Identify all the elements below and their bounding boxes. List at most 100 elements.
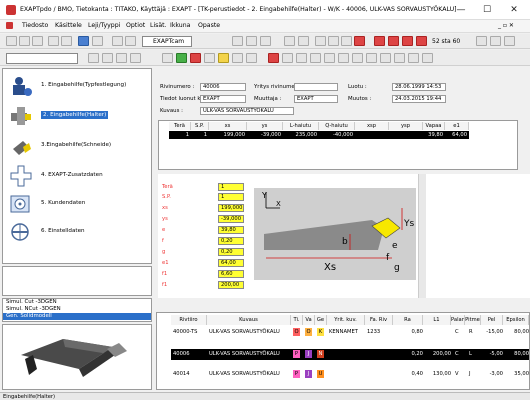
col-header[interactable]: L1: [423, 315, 451, 325]
nav-item-kundendaten[interactable]: 5. Kundendaten: [7, 193, 149, 215]
sim-item[interactable]: Gen. Solidmodell: [3, 313, 151, 320]
col-header[interactable]: Pel: [481, 315, 503, 325]
preview-icon[interactable]: [92, 36, 103, 46]
save-icon[interactable]: [32, 36, 43, 46]
find-next-icon[interactable]: [298, 36, 309, 46]
nav-item-zusatzdaten[interactable]: 4. EXAPT-Zusatzdaten: [7, 165, 149, 187]
refresh-icon[interactable]: [162, 53, 173, 63]
copy-icon[interactable]: [61, 36, 72, 46]
binoculars-icon[interactable]: [284, 36, 295, 46]
binoculars-small-icon[interactable]: [88, 53, 99, 63]
menu-lisat[interactable]: Lisät.: [150, 22, 167, 29]
col-header[interactable]: ys: [247, 122, 283, 130]
opt-icon-11[interactable]: [422, 53, 433, 63]
grid-icon[interactable]: [130, 53, 141, 63]
opt-icon-5[interactable]: [338, 53, 349, 63]
col-header[interactable]: Terä: [169, 122, 191, 130]
nav-item-schneide[interactable]: 3.Eingabehilfe(Schneide): [7, 135, 149, 157]
menu-opaste[interactable]: Opaste: [198, 22, 220, 29]
undo-icon[interactable]: [260, 36, 271, 46]
col-header[interactable]: Rivtiiro: [171, 315, 207, 325]
opt-icon-8[interactable]: [380, 53, 391, 63]
left-select[interactable]: [6, 53, 78, 64]
opt-icon-7[interactable]: [366, 53, 377, 63]
tool-icon[interactable]: [232, 53, 243, 63]
col-header[interactable]: Palan: [451, 315, 465, 325]
col-header[interactable]: Epsilon: [503, 315, 529, 325]
check-icon[interactable]: [176, 53, 187, 63]
nav-item-einstelldaten[interactable]: 6. Einstelldaten: [7, 221, 149, 243]
menu-optiot[interactable]: Optiot: [126, 22, 145, 29]
prev-record-icon[interactable]: [388, 36, 399, 46]
col-header[interactable]: xsp: [355, 122, 389, 130]
menu-leji-tyyppi[interactable]: Leji/Tyyppi: [88, 22, 120, 29]
col-header[interactable]: Vapaa: [423, 122, 445, 130]
col-header[interactable]: Va: [303, 315, 315, 325]
col-header[interactable]: ysp: [389, 122, 423, 130]
paste-icon[interactable]: [246, 36, 257, 46]
next-record-icon[interactable]: [402, 36, 413, 46]
menu-ikkuna[interactable]: Ikkuna: [170, 22, 190, 29]
close-button[interactable]: ✕: [503, 2, 525, 18]
filter-small-icon[interactable]: [102, 53, 113, 63]
param-field[interactable]: 6,60: [218, 270, 244, 278]
scissors-icon[interactable]: [232, 36, 243, 46]
opt-icon-1[interactable]: [282, 53, 293, 63]
param-field[interactable]: 0,20: [218, 248, 244, 256]
copy-record-icon[interactable]: [328, 36, 339, 46]
sim-item[interactable]: Simul. NCut -3DGEN: [3, 306, 151, 313]
new-icon[interactable]: [6, 36, 17, 46]
cut-icon[interactable]: [48, 36, 59, 46]
table-row-selected[interactable]: 40006 ULK-VAS SORVAUSTYÖKALU P J N 0,20 …: [171, 349, 529, 360]
param-field[interactable]: 64,00: [218, 259, 244, 267]
col-header[interactable]: Yrit. kuv.: [327, 315, 365, 325]
yritys-field[interactable]: [294, 83, 338, 91]
opt-icon-10[interactable]: [408, 53, 419, 63]
menu-tiedosto[interactable]: Tiedosto: [22, 22, 48, 29]
param-field[interactable]: 199,000: [218, 204, 244, 212]
param-field[interactable]: 0,20: [218, 237, 244, 245]
col-header[interactable]: Kuvaus: [207, 315, 291, 325]
nav-item-halter[interactable]: 2. Eingabehilfe(Halter): [7, 105, 149, 127]
sim-item[interactable]: Simul. Cut -3DGEN: [3, 299, 151, 306]
maximize-button[interactable]: ☐: [476, 2, 498, 18]
table-row[interactable]: 40000-TS ULK-VAS SORVAUSTYÖKALU O O K KE…: [171, 327, 529, 338]
table-row[interactable]: 1 1 199,000 -39,000 235,000 -40,000 39,8…: [169, 131, 469, 139]
col-header[interactable]: Ge: [315, 315, 327, 325]
sort-icon[interactable]: [125, 36, 136, 46]
record-icon[interactable]: [268, 53, 279, 63]
param-field[interactable]: -39,000: [218, 215, 244, 223]
program-select[interactable]: EXAPTcam: [142, 36, 192, 47]
opt-icon-2[interactable]: [296, 53, 307, 63]
col-header[interactable]: Pitme: [465, 315, 481, 325]
minimize-button[interactable]: —: [450, 2, 472, 18]
opt-icon-9[interactable]: [394, 53, 405, 63]
last-record-icon[interactable]: [416, 36, 427, 46]
nav-back-icon[interactable]: [476, 36, 487, 46]
param-field[interactable]: 1: [218, 193, 244, 201]
col-header[interactable]: Q-haiutu: [319, 122, 355, 130]
delete-icon[interactable]: [354, 36, 365, 46]
col-header[interactable]: xs: [209, 122, 247, 130]
param-field[interactable]: 39,80: [218, 226, 244, 234]
nav-fwd-icon[interactable]: [490, 36, 501, 46]
nav-item-typfestlegung[interactable]: 1. Eingabehilfe(Typfestlegung): [7, 75, 149, 97]
help-icon[interactable]: [504, 36, 515, 46]
col-header[interactable]: Ti.: [291, 315, 303, 325]
graph-icon[interactable]: [246, 53, 257, 63]
swap-icon[interactable]: [116, 53, 127, 63]
save-record-icon[interactable]: [341, 36, 352, 46]
insert-shape-icon[interactable]: [204, 53, 215, 63]
opt-icon-6[interactable]: [352, 53, 363, 63]
print-icon[interactable]: [78, 36, 89, 46]
param-field[interactable]: 200,00: [218, 281, 244, 289]
col-header[interactable]: Fa. Riv: [365, 315, 393, 325]
kuvaus-field[interactable]: ULK-VAS SORVAUSTYÖKALU: [200, 107, 294, 115]
col-header[interactable]: S.P.: [191, 122, 209, 130]
opt-icon-3[interactable]: [310, 53, 321, 63]
stop-icon[interactable]: [190, 53, 201, 63]
opt-icon-4[interactable]: [324, 53, 335, 63]
page-icon[interactable]: [315, 36, 326, 46]
col-header[interactable]: Ra: [393, 315, 423, 325]
mdi-controls[interactable]: _ ▫ ✕: [498, 22, 514, 29]
